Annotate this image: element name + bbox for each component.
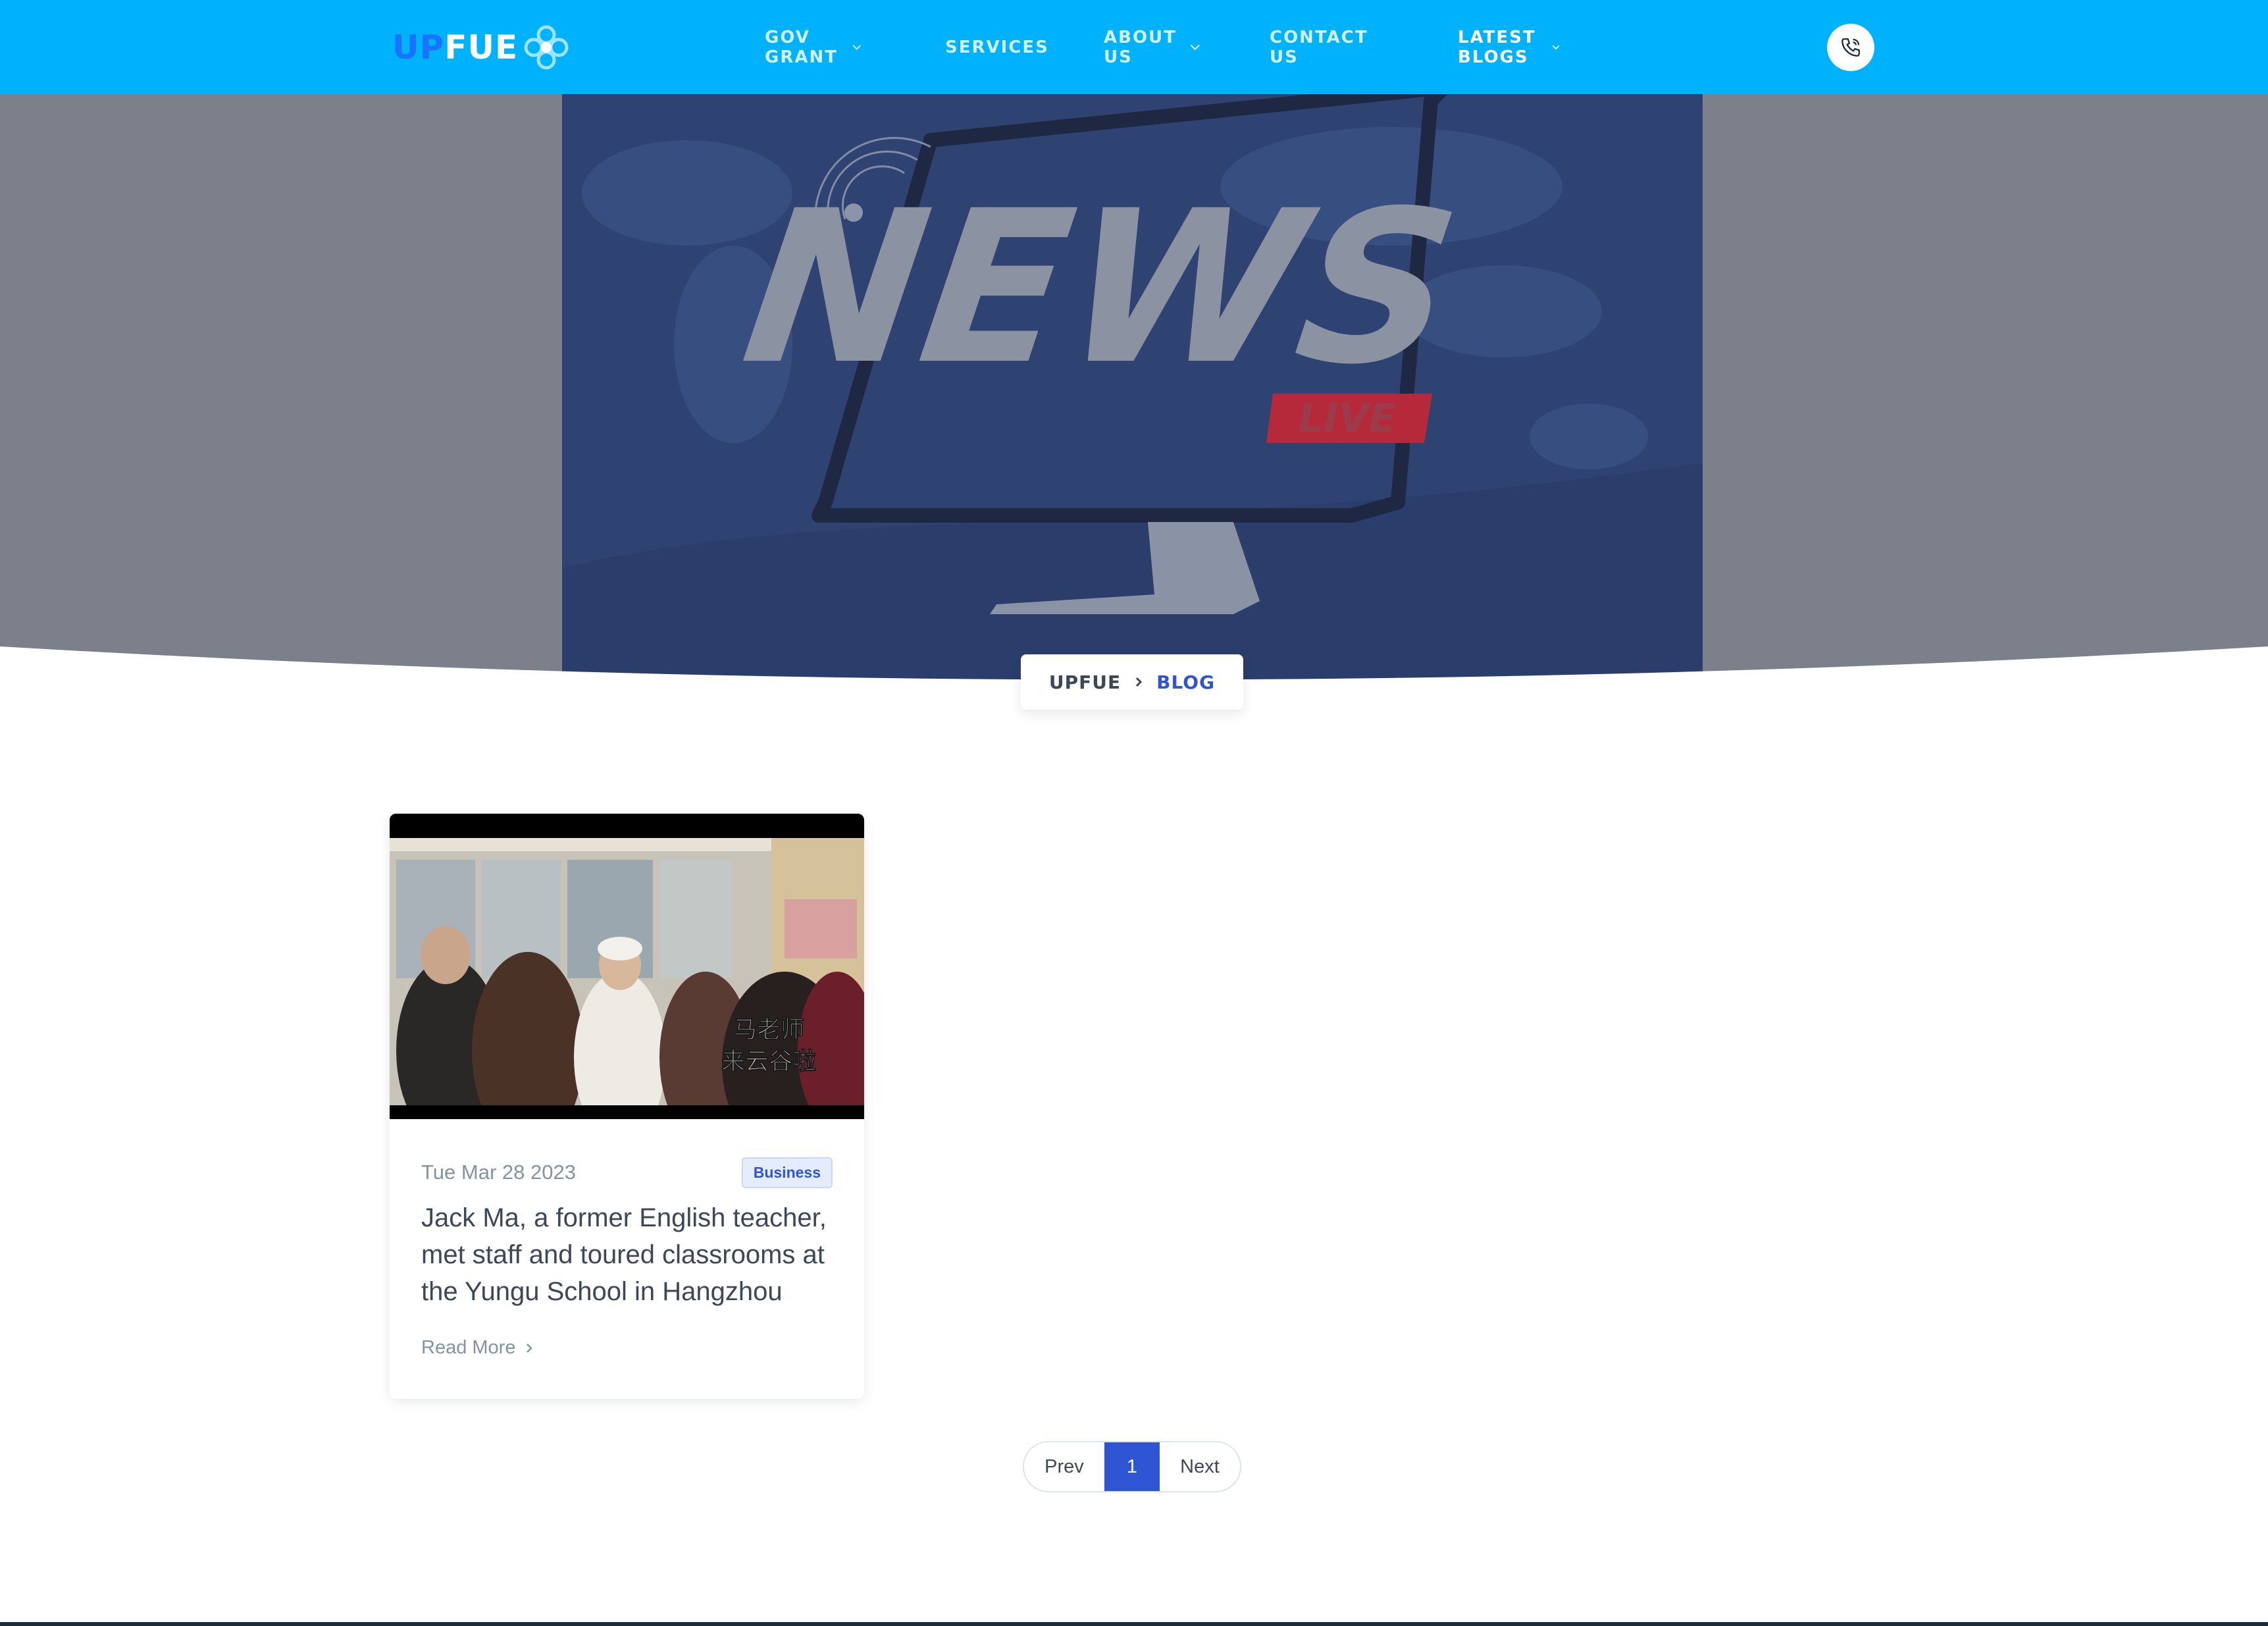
top-navbar: UPFUE GOV GRANT SERVICES ABOUT US CONTAC…: [0, 0, 2268, 94]
nav-label: GOV GRANT: [765, 28, 838, 67]
brand-mark-icon: [524, 25, 569, 70]
blog-post-thumbnail[interactable]: 马老师 来云谷啦: [390, 814, 864, 1119]
read-more-label: Read More: [421, 1337, 516, 1358]
chevron-right-icon: [527, 1343, 533, 1353]
brand-logo[interactable]: UPFUE: [392, 25, 571, 70]
phone-icon: [1842, 38, 1860, 57]
nav-item-contact-us[interactable]: CONTACT US: [1270, 28, 1368, 67]
post-date: Tue Mar 28 2023: [421, 1161, 576, 1184]
post-meta: Tue Mar 28 2023 Business: [421, 1153, 833, 1192]
pagination: Prev 1 Next: [1023, 1441, 1241, 1492]
breadcrumb: UPFUE BLOG: [1021, 654, 1243, 710]
post-category-badge[interactable]: Business: [741, 1157, 833, 1188]
pagination-prev-button[interactable]: Prev: [1024, 1442, 1104, 1491]
chevron-right-icon: [1136, 677, 1143, 687]
brand-wordmark: UPFUE: [392, 28, 519, 66]
blog-post-card[interactable]: 马老师 来云谷啦 Tue Mar 28 2023 Business Jack M…: [390, 814, 864, 1399]
read-more-link[interactable]: Read More: [421, 1337, 534, 1359]
nav-item-about-us[interactable]: ABOUT US: [1104, 28, 1200, 67]
nav-item-gov-grant[interactable]: GOV GRANT: [765, 28, 862, 67]
phone-call-button[interactable]: [1827, 24, 1874, 71]
breadcrumb-home-link[interactable]: UPFUE: [1049, 671, 1121, 693]
thumbnail-caption-line2: 来云谷啦: [721, 1048, 816, 1075]
nav-item-services[interactable]: SERVICES: [945, 34, 1049, 61]
pagination-page-1[interactable]: 1: [1104, 1442, 1160, 1491]
nav-label: LATEST BLOGS: [1458, 28, 1536, 67]
footer-edge: [0, 1622, 2268, 1626]
chevron-down-icon: [852, 45, 862, 50]
nav-item-latest-blogs[interactable]: LATEST BLOGS: [1458, 28, 1560, 67]
breadcrumb-current: BLOG: [1156, 671, 1216, 693]
nav-label: CONTACT US: [1270, 28, 1368, 67]
chevron-down-icon: [1190, 44, 1200, 51]
chevron-down-icon: [1552, 45, 1560, 50]
thumbnail-caption-line1: 马老师: [733, 1016, 804, 1043]
hero-banner: NEWS LIVE: [0, 94, 2268, 682]
nav-label: SERVICES: [945, 38, 1049, 57]
post-title[interactable]: Jack Ma, a former English teacher, met s…: [421, 1199, 842, 1310]
pagination-next-button[interactable]: Next: [1160, 1442, 1240, 1491]
nav-label: ABOUT US: [1104, 28, 1177, 67]
hero-bottom-curve: [0, 646, 2268, 682]
